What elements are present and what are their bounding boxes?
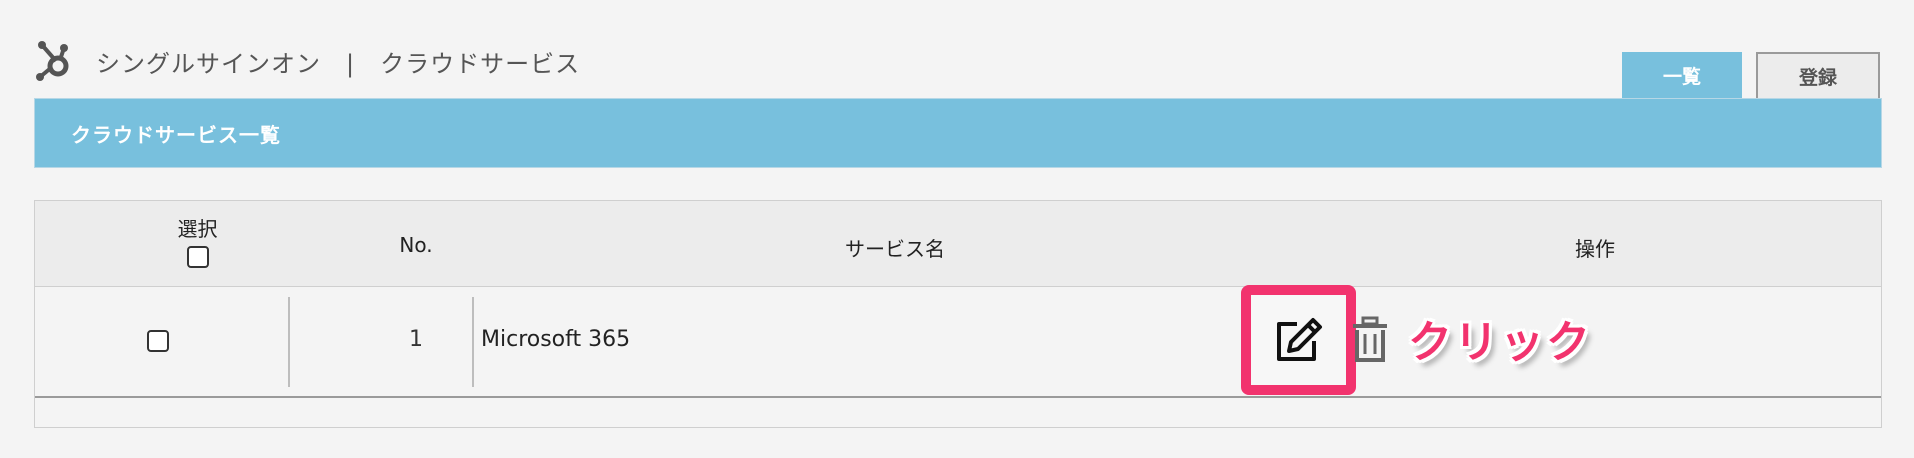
column-divider xyxy=(472,297,474,387)
tab-list[interactable]: 一覧 xyxy=(1622,52,1742,99)
tab-register[interactable]: 登録 xyxy=(1756,52,1880,99)
trash-icon[interactable] xyxy=(1352,316,1388,364)
cloud-service-table: 選択 No. サービス名 操作 1 Microsoft 365 xyxy=(34,200,1882,428)
section-title-bar: クラウドサービス一覧 xyxy=(34,98,1882,168)
row-number: 1 xyxy=(409,327,423,352)
section-title: クラウドサービス一覧 xyxy=(71,122,281,147)
row-service-name: Microsoft 365 xyxy=(481,327,631,352)
table-header: 選択 No. サービス名 操作 xyxy=(35,201,1881,287)
table-row: 1 Microsoft 365 xyxy=(35,287,1881,398)
page-header: シングルサインオン | クラウドサービス xyxy=(34,36,580,86)
hub-logo-icon xyxy=(36,41,69,81)
row-select-checkbox[interactable] xyxy=(147,330,169,352)
column-header-no: No. xyxy=(399,233,433,257)
click-annotation: クリック xyxy=(1408,317,1592,368)
column-divider xyxy=(288,297,290,387)
page-title: シングルサインオン | クラウドサービス xyxy=(96,49,581,78)
select-all-checkbox[interactable] xyxy=(186,246,209,268)
select-header-label: 選択 xyxy=(177,217,218,241)
edit-button[interactable] xyxy=(1241,285,1356,395)
column-header-service-name: サービス名 xyxy=(845,237,945,261)
edit-icon xyxy=(1276,318,1322,361)
column-header-select: 選択 xyxy=(125,213,270,273)
column-header-operations: 操作 xyxy=(1575,237,1615,261)
